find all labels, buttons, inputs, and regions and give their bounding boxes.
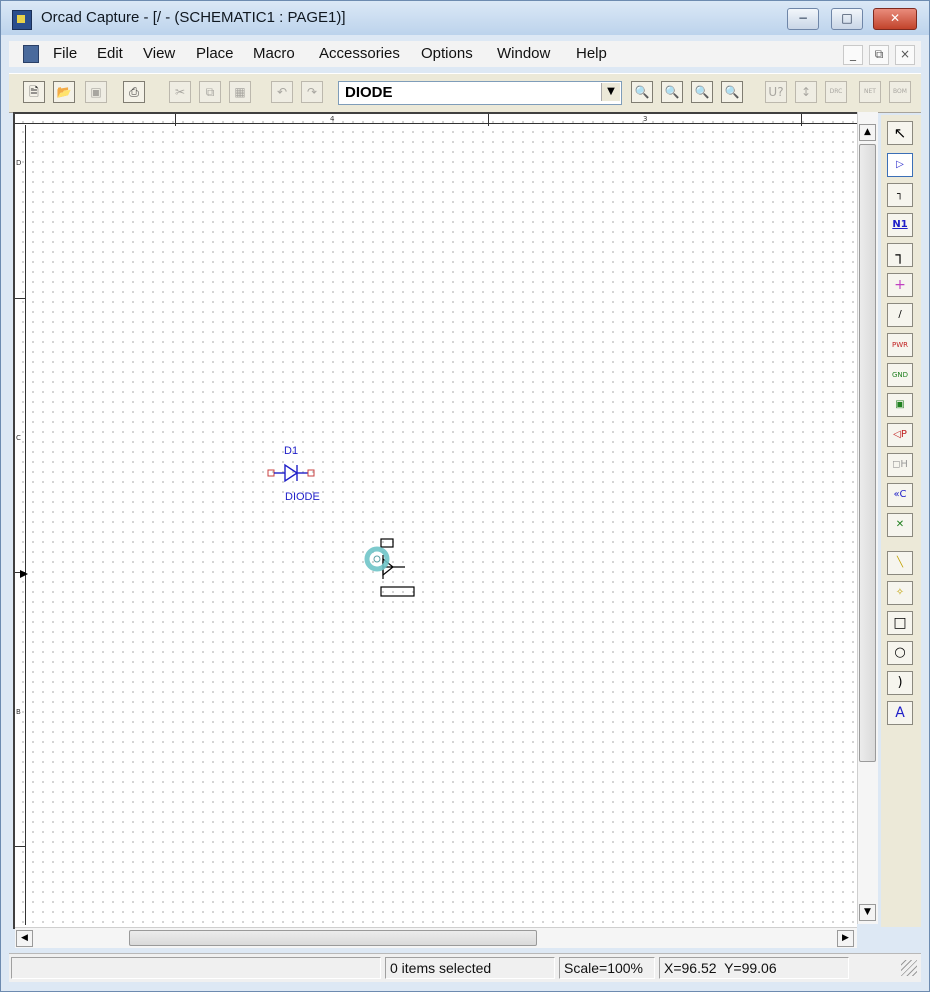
ghost-part-icon (364, 538, 415, 597)
diode-symbol[interactable] (263, 457, 323, 489)
place-line-icon[interactable]: ╲ (887, 551, 913, 575)
place-part-icon[interactable]: ▷ (887, 153, 913, 177)
select-icon[interactable]: ↖ (887, 121, 913, 145)
scroll-down-button[interactable]: ▼ (859, 904, 876, 921)
scroll-left-button[interactable]: ◀ (16, 930, 33, 947)
place-off-page-connector-icon[interactable]: «C (887, 483, 913, 507)
status-bar: 0 items selected Scale=100% X=96.52 Y=99… (9, 953, 921, 982)
place-junction-icon[interactable]: + (887, 273, 913, 297)
menu-place[interactable]: Place (196, 45, 234, 62)
place-power-icon[interactable]: PWR (887, 333, 913, 357)
ruler-tick (175, 114, 176, 126)
place-wire-icon[interactable]: ┐ (887, 183, 913, 207)
page-arrow-icon (20, 570, 28, 578)
part-name-value: DIODE (345, 84, 393, 101)
drc-icon[interactable]: DRC (825, 81, 847, 103)
place-rectangle-icon[interactable]: □ (887, 611, 913, 635)
place-arc-icon[interactable]: ) (887, 671, 913, 695)
ruler-tick (15, 298, 26, 299)
zoom-area-icon[interactable]: 🔍 (691, 81, 713, 103)
document-icon[interactable] (23, 45, 39, 63)
close-button[interactable]: ✕ (873, 8, 917, 30)
part-reference[interactable]: D1 (284, 445, 298, 457)
menu-window[interactable]: Window (497, 45, 550, 62)
place-text-icon[interactable]: A (887, 701, 913, 725)
part-name-combobox[interactable]: DIODE ▼ (338, 81, 622, 105)
ruler-label-c: C (16, 434, 21, 442)
place-port-icon[interactable]: ◁P (887, 423, 913, 447)
cut-icon[interactable]: ✂ (169, 81, 191, 103)
menu-help[interactable]: Help (576, 45, 607, 62)
redo-icon[interactable]: ↷ (301, 81, 323, 103)
place-no-connect-icon[interactable]: ✕ (887, 513, 913, 537)
title-bar: Orcad Capture - [/ - (SCHEMATIC1 : PAGE1… (1, 1, 929, 35)
app-window: Orcad Capture - [/ - (SCHEMATIC1 : PAGE1… (0, 0, 930, 992)
part-value[interactable]: DIODE (285, 491, 320, 503)
menu-bar: File Edit View Place Macro Accessories O… (9, 41, 921, 67)
zoom-all-icon[interactable]: 🔍 (721, 81, 743, 103)
menu-macro[interactable]: Macro (253, 45, 295, 62)
mdi-close-button[interactable]: × (895, 45, 915, 65)
ruler-left (25, 125, 26, 925)
vertical-scroll-thumb[interactable] (859, 144, 876, 762)
zoom-out-icon[interactable]: 🔍 (661, 81, 683, 103)
schematic-canvas[interactable] (13, 112, 857, 929)
undo-icon[interactable]: ↶ (271, 81, 293, 103)
place-ground-icon[interactable]: GND (887, 363, 913, 387)
back-annotate-icon[interactable]: ↕ (795, 81, 817, 103)
window-title: Orcad Capture - [/ - (SCHEMATIC1 : PAGE1… (41, 9, 346, 26)
ruler-tick (488, 114, 489, 126)
save-icon[interactable]: ▣ (85, 81, 107, 103)
zoom-scale: Scale=100% (559, 957, 655, 979)
place-pin-icon[interactable]: ◻H (887, 453, 913, 477)
menu-file[interactable]: File (53, 45, 77, 62)
menu-options[interactable]: Options (421, 45, 473, 62)
vertical-scrollbar[interactable]: ▲ ▼ (857, 112, 878, 924)
horizontal-scroll-thumb[interactable] (129, 930, 537, 946)
ruler-tick (801, 114, 802, 126)
place-hierarchical-block-icon[interactable]: ▣ (887, 393, 913, 417)
place-net-alias-icon[interactable]: N1 (887, 213, 913, 237)
bom-icon[interactable]: BOM (889, 81, 911, 103)
menu-view[interactable]: View (143, 45, 175, 62)
place-bus-entry-icon[interactable]: / (887, 303, 913, 327)
paste-icon[interactable]: ▦ (229, 81, 251, 103)
copy-icon[interactable]: ⧉ (199, 81, 221, 103)
minimize-button[interactable]: − (787, 8, 819, 30)
orcad-app-icon[interactable] (12, 10, 32, 30)
chevron-down-icon[interactable]: ▼ (601, 83, 620, 101)
zoom-in-icon[interactable]: 🔍 (631, 81, 653, 103)
ruler-label-4: 4 (330, 115, 335, 123)
place-bus-icon[interactable]: ┐ (887, 243, 913, 267)
netlist-icon[interactable]: NET (859, 81, 881, 103)
horizontal-scrollbar[interactable]: ◀ ▶ (15, 927, 857, 948)
ruler-label-3: 3 (643, 115, 648, 123)
cursor-coordinates: X=96.52 Y=99.06 (659, 957, 849, 979)
open-folder-icon[interactable]: 📂 (53, 81, 75, 103)
print-icon[interactable]: ⎙ (123, 81, 145, 103)
place-polyline-icon[interactable]: ✧ (887, 581, 913, 605)
status-message (11, 957, 381, 979)
menu-accessories[interactable]: Accessories (319, 45, 400, 62)
tool-palette: ↖ ▷ ┐ N1 ┐ + / PWR GND ▣ ◁P ◻H «C ✕ ╲ ✧ … (881, 115, 921, 927)
ruler-top (15, 123, 859, 124)
mdi-restore-button[interactable]: ⧉ (869, 45, 889, 65)
ruler-label-d: D (16, 159, 22, 167)
annotate-icon[interactable]: U? (765, 81, 787, 103)
menu-edit[interactable]: Edit (97, 45, 123, 62)
scroll-up-button[interactable]: ▲ (859, 124, 876, 141)
scroll-right-button[interactable]: ▶ (837, 930, 854, 947)
new-file-icon[interactable]: 🗎 (23, 81, 45, 103)
selection-count: 0 items selected (385, 957, 555, 979)
ruler-tick (15, 846, 26, 847)
maximize-button[interactable]: □ (831, 8, 863, 30)
resize-grip-icon[interactable] (901, 960, 917, 976)
ruler-label-b: B (16, 708, 21, 716)
mdi-minimize-button[interactable]: _ (843, 45, 863, 65)
place-ellipse-icon[interactable]: ○ (887, 641, 913, 665)
